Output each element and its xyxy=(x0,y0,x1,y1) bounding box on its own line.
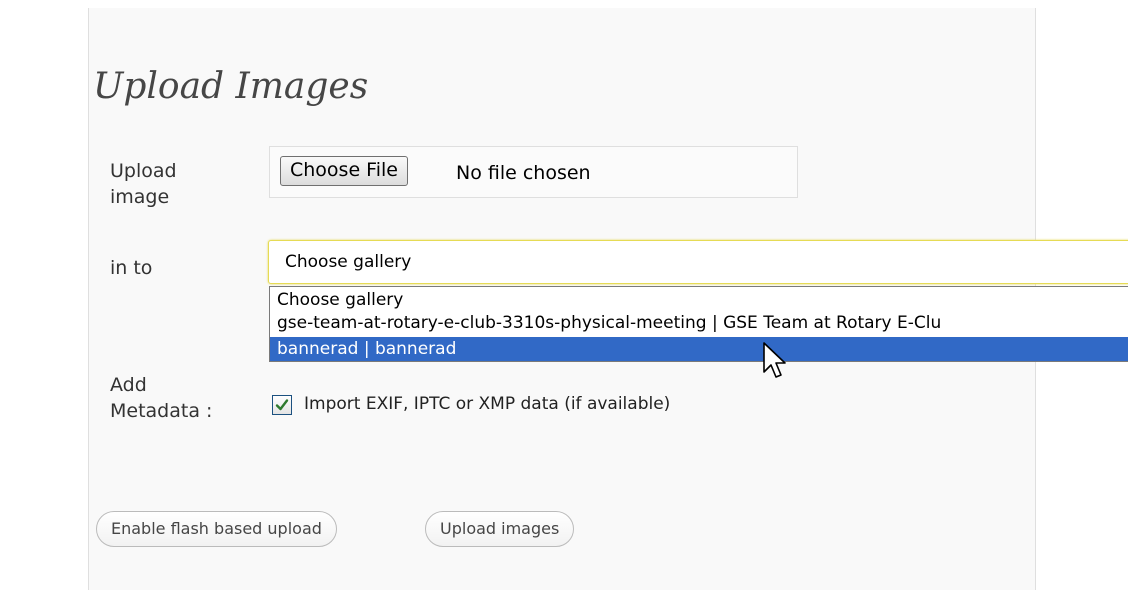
file-status-text: No file chosen xyxy=(456,162,591,184)
gallery-select-value: Choose gallery xyxy=(285,252,412,272)
check-icon xyxy=(275,399,289,411)
upload-image-label: Upload image xyxy=(110,160,177,208)
import-metadata-label[interactable]: Import EXIF, IPTC or XMP data (if availa… xyxy=(304,394,670,414)
gallery-option[interactable]: gse-team-at-rotary-e-club-3310s-physical… xyxy=(270,311,1128,335)
import-metadata-checkbox[interactable] xyxy=(272,395,292,415)
metadata-label: Add Metadata : xyxy=(110,374,213,422)
upload-images-button[interactable]: Upload images xyxy=(425,511,575,547)
gallery-option[interactable]: Choose gallery xyxy=(270,288,1128,312)
page-title: Upload Images xyxy=(93,66,369,107)
choose-file-button[interactable]: Choose File xyxy=(280,156,408,186)
gallery-label: in to xyxy=(110,257,153,279)
enable-flash-upload-button[interactable]: Enable flash based upload xyxy=(96,511,337,547)
mouse-pointer-icon xyxy=(763,342,786,378)
gallery-dropdown-list[interactable]: Choose gallery gse-team-at-rotary-e-club… xyxy=(269,286,1128,362)
gallery-option-highlighted[interactable]: bannerad | bannerad xyxy=(270,337,1128,361)
upload-images-page: Upload Images Upload image Choose File N… xyxy=(0,0,1128,590)
